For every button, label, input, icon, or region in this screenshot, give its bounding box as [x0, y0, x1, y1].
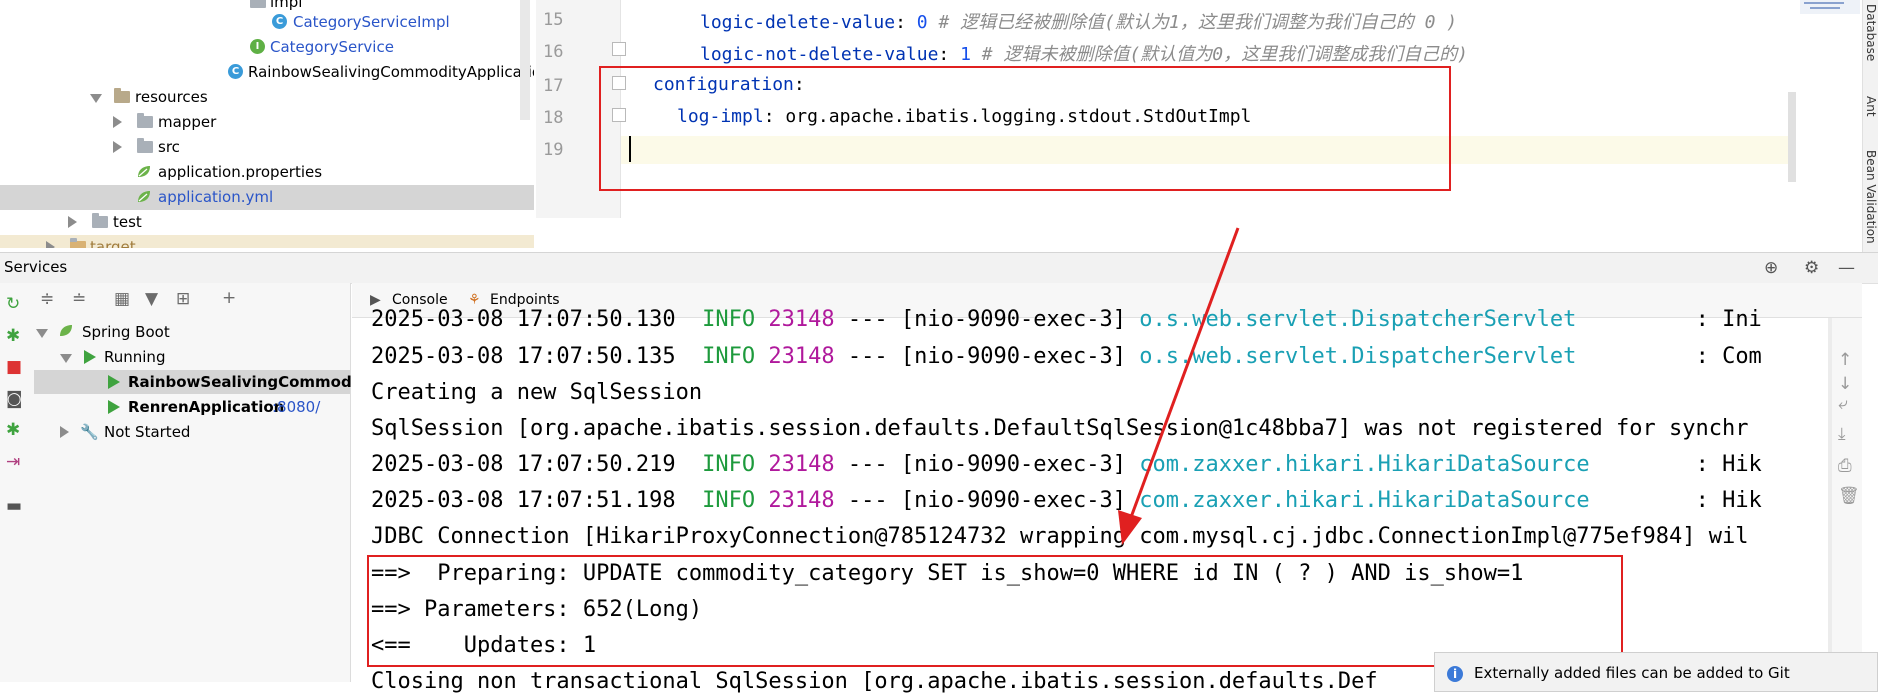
- console-line: 2025-03-08 17:07:51.198 INFO 23148 --- […: [371, 488, 1762, 513]
- login-icon[interactable]: ⇥: [6, 452, 20, 472]
- tree-item-mapper[interactable]: mapper: [0, 110, 534, 135]
- service-node-not-started[interactable]: 🔧 Not Started: [54, 420, 350, 444]
- folder-icon: [250, 0, 266, 8]
- rerun-icon[interactable]: ↻: [6, 294, 20, 314]
- services-header: [0, 252, 1878, 284]
- trash-icon[interactable]: 🗑: [1838, 486, 1860, 506]
- spring-config-icon: [138, 191, 150, 202]
- console-line: 2025-03-08 17:07:50.130 INFO 23148 --- […: [371, 307, 1762, 332]
- layout-icon[interactable]: ▬: [6, 496, 22, 516]
- bean-validation-tab[interactable]: Bean Validation: [1864, 150, 1878, 244]
- collapse-all-icon[interactable]: ≐: [72, 289, 86, 309]
- chevron-down-icon[interactable]: [36, 329, 48, 338]
- run-icon: [108, 400, 120, 414]
- git-notification-text: Externally added files can be added to G…: [1474, 664, 1790, 682]
- tree-scrollbar[interactable]: [520, 0, 530, 120]
- minimap: [1800, 0, 1860, 14]
- line-number: 19: [543, 140, 564, 160]
- tree-item-application-yml[interactable]: application.yml: [0, 185, 534, 210]
- scroll-to-end-icon[interactable]: ⤓: [1838, 424, 1846, 444]
- stop-icon[interactable]: ■: [6, 357, 22, 377]
- code-line-16: logic-not-delete-value: 1 # 逻辑未被删除值(默认值为…: [700, 44, 1468, 65]
- camera-icon[interactable]: ◙: [6, 389, 23, 409]
- minimize-icon[interactable]: —: [1838, 258, 1855, 278]
- editor-scrollbar[interactable]: [1788, 92, 1796, 182]
- wrench-icon: 🔧: [80, 423, 99, 441]
- interface-icon: I: [250, 39, 265, 54]
- service-node-renren[interactable]: RenrenApplication :8080/: [34, 395, 350, 419]
- folder-icon: [70, 238, 86, 248]
- tree-item-src[interactable]: src: [0, 135, 534, 160]
- soft-wrap-icon[interactable]: ⤶: [1838, 394, 1848, 414]
- chevron-right-icon[interactable]: [113, 116, 122, 128]
- run-icon: [108, 375, 120, 389]
- chevron-down-icon[interactable]: [90, 94, 102, 103]
- folder-icon: [92, 213, 108, 228]
- tab-endpoints[interactable]: Endpoints: [490, 292, 560, 308]
- chevron-right-icon[interactable]: [60, 426, 69, 438]
- fold-marker-icon[interactable]: [612, 42, 626, 56]
- line-number: 18: [543, 108, 564, 128]
- group-by-icon[interactable]: ▦: [114, 289, 130, 309]
- database-tab[interactable]: Database: [1864, 4, 1878, 61]
- spring-boot-icon: [60, 325, 72, 336]
- chevron-right-icon[interactable]: [68, 216, 77, 228]
- resources-folder-icon: [114, 88, 130, 103]
- service-node-running[interactable]: Running: [54, 345, 350, 369]
- ant-tab[interactable]: Ant: [1864, 96, 1878, 117]
- project-tree: impl C CategoryServiceImpl I CategorySer…: [0, 0, 534, 248]
- service-node-rainbow-commodity[interactable]: RainbowSealivingCommodity: [34, 370, 374, 394]
- gear-icon[interactable]: ⚙: [1804, 258, 1819, 278]
- run-icon: [84, 350, 96, 364]
- annotation-box-config: [599, 66, 1451, 191]
- console-icon: ▶: [370, 292, 381, 308]
- code-line-15: logic-delete-value: 0 # 逻辑已经被删除值(默认为1，这里…: [700, 12, 1458, 33]
- chevron-right-icon[interactable]: [113, 141, 122, 153]
- attach-debugger-icon[interactable]: ✱: [6, 420, 20, 440]
- tree-item-category-service-impl[interactable]: C CategoryServiceImpl: [0, 10, 534, 35]
- info-icon: i: [1447, 666, 1463, 682]
- tree-item-target[interactable]: target: [0, 235, 534, 248]
- console-line: Creating a new SqlSession: [371, 380, 703, 405]
- console-line: 2025-03-08 17:07:50.135 INFO 23148 --- […: [371, 344, 1762, 369]
- new-tab-icon[interactable]: ⊞: [176, 289, 190, 309]
- debug-icon[interactable]: ✱: [6, 326, 20, 346]
- minimap-line: [1804, 2, 1844, 4]
- chevron-down-icon[interactable]: [60, 354, 72, 363]
- spring-class-icon: C: [228, 64, 243, 79]
- arrow-down-icon[interactable]: ↓: [1838, 374, 1852, 394]
- arrow-up-icon[interactable]: ↑: [1838, 350, 1852, 370]
- minimap-line: [1810, 7, 1840, 9]
- tree-item-application-properties[interactable]: application.properties: [0, 160, 534, 185]
- chevron-right-icon[interactable]: [46, 241, 55, 248]
- line-number: 15: [543, 10, 564, 30]
- console-line: 2025-03-08 17:07:50.219 INFO 23148 --- […: [371, 452, 1762, 477]
- services-title: Services: [4, 258, 68, 276]
- console-line: SqlSession [org.apache.ibatis.session.de…: [371, 416, 1749, 441]
- service-node-spring-boot[interactable]: Spring Boot: [30, 320, 350, 344]
- console-line: JDBC Connection [HikariProxyConnection@7…: [371, 524, 1749, 549]
- expand-all-icon[interactable]: ≑: [40, 289, 54, 309]
- add-icon[interactable]: +: [222, 288, 236, 308]
- filter-icon[interactable]: ▼: [145, 289, 158, 309]
- folder-icon: [137, 138, 153, 153]
- spring-config-icon: [138, 166, 150, 177]
- class-icon: C: [272, 14, 287, 29]
- tree-item-test[interactable]: test: [0, 210, 534, 235]
- endpoints-icon: ⚘: [468, 292, 481, 308]
- tree-item-application-class[interactable]: C RainbowSealivingCommodityApplication: [0, 60, 534, 85]
- line-number: 17: [543, 76, 564, 96]
- target-icon[interactable]: ⊕: [1764, 258, 1778, 278]
- folder-icon: [137, 113, 153, 128]
- tree-item-category-service[interactable]: I CategoryService: [0, 35, 534, 60]
- annotation-box-sql: [367, 555, 1623, 667]
- line-number: 16: [543, 42, 564, 62]
- print-icon[interactable]: ⎙: [1838, 456, 1852, 476]
- tab-console[interactable]: Console: [392, 292, 448, 308]
- tree-item-resources[interactable]: resources: [0, 85, 534, 110]
